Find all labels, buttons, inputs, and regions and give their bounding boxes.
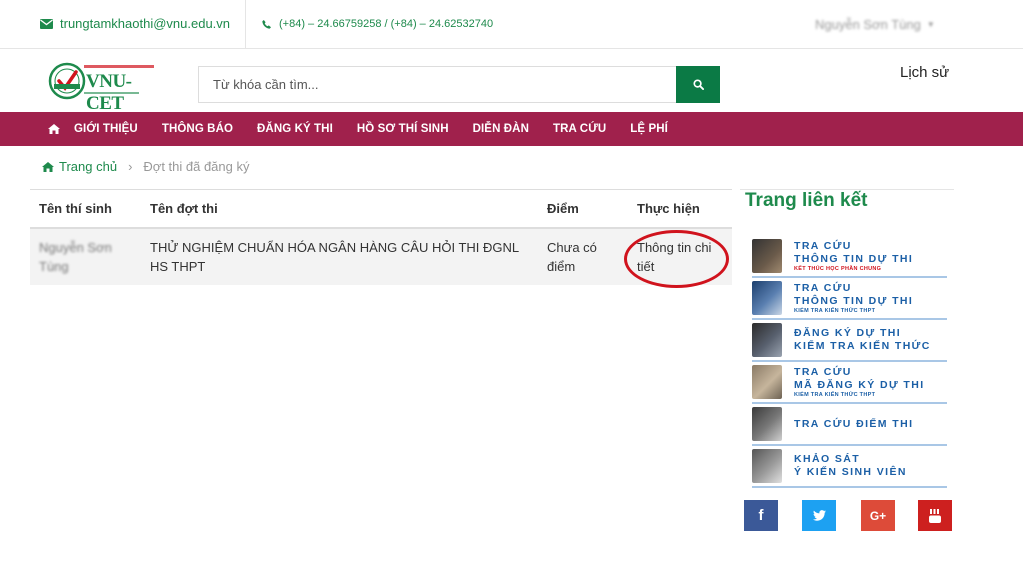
top-bar: trungtamkhaothi@vnu.edu.vn (+84) – 24.66… (0, 0, 1023, 49)
breadcrumb-home-label: Trang chủ (59, 159, 118, 174)
search-bar (198, 66, 720, 103)
youtube-icon (929, 508, 941, 523)
nav-item-dien-dan[interactable]: DIỄN ĐÀN (473, 123, 529, 135)
user-menu[interactable]: Nguyễn Sơn Tùng ▼ (815, 17, 935, 32)
breadcrumb: Trang chủ › Đợt thi đã đăng ký (42, 159, 250, 174)
history-link[interactable]: Lịch sử (900, 64, 949, 81)
googleplus-button[interactable]: G+ (861, 500, 895, 531)
registered-exams-table: Tên thí sinh Tên đợt thi Điểm Thực hiện … (30, 189, 732, 288)
breadcrumb-current: Đợt thi đã đăng ký (143, 159, 250, 174)
email-link[interactable]: trungtamkhaothi@vnu.edu.vn (40, 16, 230, 31)
search-input[interactable] (198, 66, 676, 103)
facebook-button[interactable]: f (744, 500, 778, 531)
topbar-divider (245, 0, 246, 49)
table-header-row: Tên thí sinh Tên đợt thi Điểm Thực hiện (30, 189, 732, 228)
nav-item-dang-ky-thi[interactable]: ĐĂNG KÝ THI (257, 123, 333, 135)
table-row: Nguyễn Sơn Tùng THỬ NGHIỆM CHUẨN HÓA NGÂ… (30, 227, 732, 288)
nav-home[interactable] (48, 124, 60, 134)
logo-text: VNU-CET (86, 71, 132, 114)
chevron-right-icon: › (128, 159, 133, 174)
envelope-icon (40, 18, 53, 29)
related-links: TRA CỨU THÔNG TIN DỰ THI KẾT THÚC HỌC PH… (752, 236, 947, 488)
user-name: Nguyễn Sơn Tùng (815, 17, 921, 32)
photo-thumbnail (752, 365, 782, 399)
link-banner-ket-thuc-hoc-phan[interactable]: TRA CỨU THÔNG TIN DỰ THI KẾT THÚC HỌC PH… (752, 236, 947, 278)
cell-score: Chưa có điểm (547, 239, 597, 274)
column-header-score: Điểm (547, 200, 579, 216)
link-banner-kiem-tra-kien-thuc[interactable]: TRA CỨU THÔNG TIN DỰ THI KIỂM TRA KIẾN T… (752, 278, 947, 320)
main-nav: GIỚI THIỆU THÔNG BÁO ĐĂNG KÝ THI HỒ SƠ T… (0, 112, 1023, 146)
nav-item-ho-so-thi-sinh[interactable]: HỒ SƠ THÍ SINH (357, 123, 449, 135)
twitter-button[interactable] (802, 500, 836, 531)
link-banner-dang-ky-du-thi[interactable]: ĐĂNG KÝ DỰ THI KIỂM TRA KIẾN THỨC (752, 320, 947, 362)
facebook-icon: f (758, 507, 764, 524)
phone-info: (+84) – 24.66759258 / (+84) – 24.6253274… (262, 18, 493, 30)
nav-item-gioi-thieu[interactable]: GIỚI THIỆU (74, 123, 138, 135)
nav-item-thong-bao[interactable]: THÔNG BÁO (162, 123, 233, 135)
cell-action: Thông tin chi tiết (624, 228, 732, 288)
home-icon (42, 161, 54, 172)
column-header-action: Thực hiện (637, 200, 700, 216)
link-banner-tra-cuu-diem[interactable]: TRA CỨU ĐIỂM THI (752, 404, 947, 446)
photo-thumbnail (752, 281, 782, 315)
phone-text: (+84) – 24.66759258 / (+84) – 24.6253274… (279, 18, 494, 30)
search-button[interactable] (676, 66, 720, 103)
email-text: trungtamkhaothi@vnu.edu.vn (60, 16, 231, 31)
site-header: VNU-CET Lịch sử (0, 49, 1023, 114)
home-icon (48, 124, 60, 134)
cell-candidate-name: Nguyễn Sơn Tùng (39, 239, 112, 274)
photo-thumbnail (752, 323, 782, 357)
phone-icon (262, 19, 271, 29)
nav-item-tra-cuu[interactable]: TRA CỨU (553, 123, 606, 135)
googleplus-icon: G+ (869, 508, 887, 523)
column-header-exam: Tên đợt thi (150, 200, 218, 216)
caret-down-icon: ▼ (926, 20, 935, 29)
link-banner-ma-dang-ky[interactable]: TRA CỨU MÃ ĐĂNG KÝ DỰ THI KIỂM TRA KIẾN … (752, 362, 947, 404)
link-banner-khao-sat[interactable]: KHẢO SÁT Ý KIẾN SINH VIÊN (752, 446, 947, 488)
column-header-candidate: Tên thí sinh (39, 200, 112, 216)
photo-thumbnail (752, 239, 782, 273)
social-links: f G+ (744, 500, 954, 531)
cell-exam-name: THỬ NGHIỆM CHUẨN HÓA NGÂN HÀNG CÂU HỎI T… (150, 239, 519, 274)
breadcrumb-home[interactable]: Trang chủ (42, 159, 117, 174)
twitter-icon (812, 510, 826, 521)
site-logo[interactable]: VNU-CET (48, 60, 158, 114)
sidebar-title: Trang liên kết (745, 190, 868, 211)
details-link[interactable]: Thông tin chi tiết (637, 240, 711, 274)
photo-thumbnail (752, 407, 782, 441)
photo-thumbnail (752, 449, 782, 483)
search-icon (692, 79, 704, 90)
youtube-button[interactable] (918, 500, 952, 531)
nav-item-le-phi[interactable]: LỆ PHÍ (630, 123, 668, 135)
